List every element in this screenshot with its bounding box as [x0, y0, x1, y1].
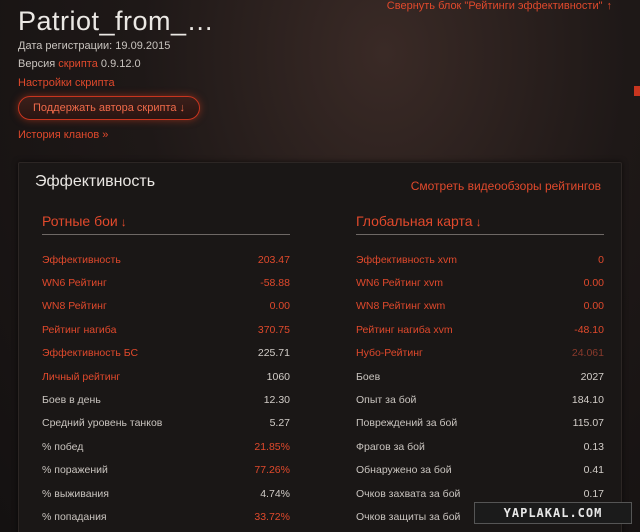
collapse-ratings-link[interactable]: Свернуть блок "Рейтинги эффективности" ↑ [387, 0, 612, 12]
script-settings-link[interactable]: Настройки скрипта [18, 77, 115, 89]
stat-value: 5.27 [269, 417, 290, 430]
stat-row: Средний уровень танков 5.27 [42, 412, 290, 435]
arrow-down-icon: ↓ [120, 215, 127, 229]
stat-label: Очков захвата за бой [356, 487, 461, 500]
stat-label[interactable]: Эффективность БС [42, 347, 138, 359]
company-battles-title: Ротные бои [42, 213, 118, 229]
stat-value: 0.41 [583, 464, 604, 477]
stat-row: Опыт за бой 184.10 [356, 388, 604, 411]
global-map-title: Глобальная карта [356, 213, 473, 229]
efficiency-panel: Эффективность Смотреть видеообзоры рейти… [18, 162, 622, 532]
support-button-label: Поддержать автора скрипта [32, 102, 177, 114]
stat-label[interactable]: Личный рейтинг [42, 371, 120, 383]
stat-value: -58.88 [260, 277, 290, 290]
stat-value: 0 [598, 253, 604, 266]
version-prefix: Версия [18, 58, 56, 70]
stat-value: 24.061 [571, 347, 604, 360]
stat-row: WN8 Рейтинг 0.00 [42, 295, 290, 318]
stat-row: % побед 21.85% [42, 435, 290, 458]
registration-date: Дата регистрации: 19.09.2015 [18, 40, 171, 52]
stat-row: % попадания 33.72% [42, 505, 290, 528]
stat-row: % выживания 4.74% [42, 482, 290, 505]
version-number: 0.9.12.0 [100, 58, 141, 70]
global-map-header[interactable]: Глобальная карта ↓ [356, 209, 604, 235]
stat-label: % поражений [42, 464, 108, 477]
stat-value: 1060 [266, 370, 290, 383]
stat-label[interactable]: WN6 Рейтинг [42, 277, 107, 289]
stat-label[interactable]: WN8 Рейтинг xwm [356, 300, 445, 312]
stat-label[interactable]: WN8 Рейтинг [42, 300, 107, 312]
stat-label[interactable]: Эффективность xvm [356, 254, 457, 266]
stat-label: Средний уровень танков [42, 417, 163, 430]
video-reviews-link[interactable]: Смотреть видеообзоры рейтингов [411, 179, 601, 193]
stat-label[interactable]: Рейтинг нагиба xvm [356, 324, 453, 336]
stat-value: 115.07 [572, 417, 604, 430]
stat-value: 184.10 [571, 394, 604, 407]
stat-value: 0.00 [269, 300, 290, 313]
stat-label: Повреждений за бой [356, 417, 458, 430]
stat-row: Фрагов за бой 0.13 [356, 435, 604, 458]
stat-label: % попадания [42, 510, 107, 523]
company-battles-stats: Эффективность 203.47 WN6 Рейтинг -58.88 WN8 … [42, 248, 290, 529]
profile-header: Patriot_from_… Свернуть блок "Рейтинги э… [0, 0, 640, 160]
stat-label: Боев в день [42, 394, 101, 407]
stat-row: Нубо-Рейтинг 24.061 [356, 342, 604, 365]
stat-value: 0.00 [583, 277, 604, 290]
stat-value: 370.75 [257, 323, 290, 336]
stat-row: Рейтинг нагиба 370.75 [42, 318, 290, 341]
stat-row: Рейтинг нагиба xvm -48.10 [356, 318, 604, 341]
stat-row: Эффективность xvm 0 [356, 248, 604, 271]
stat-row: WN8 Рейтинг xwm 0.00 [356, 295, 604, 318]
stat-label: % побед [42, 440, 84, 453]
stat-row: Боев в день 12.30 [42, 388, 290, 411]
arrow-down-icon: ↓ [475, 215, 482, 229]
stat-value: 77.26% [254, 464, 290, 477]
stat-value: 33.72% [254, 510, 290, 523]
site-watermark: YAPLAKAL.COM [474, 502, 632, 524]
stat-label: % выживания [42, 487, 109, 500]
stat-row: Эффективность 203.47 [42, 248, 290, 271]
stat-value: -48.10 [574, 323, 604, 336]
stat-value: 4.74% [260, 487, 290, 500]
collapse-link-label: Свернуть блок "Рейтинги эффективности" [386, 0, 603, 12]
global-map-column: Глобальная карта ↓ Эффективность xvm 0 WN6 … [356, 209, 604, 529]
stat-label: Опыт за бой [356, 394, 417, 407]
stat-row: Боев 2027 [356, 365, 604, 388]
stat-value: 12.30 [263, 394, 290, 407]
stat-row: % поражений 77.26% [42, 459, 290, 482]
stat-row: WN6 Рейтинг -58.88 [42, 271, 290, 294]
stat-value: 0.17 [583, 487, 604, 500]
stat-label[interactable]: WN6 Рейтинг xvm [356, 277, 443, 289]
stat-value: 2027 [580, 370, 604, 383]
stat-label[interactable]: Эффективность [42, 254, 121, 266]
company-battles-header[interactable]: Ротные бои ↓ [42, 209, 290, 235]
arrow-down-icon: ↓ [179, 102, 186, 114]
arrow-up-icon: ↑ [606, 0, 613, 12]
stat-row: Личный рейтинг 1060 [42, 365, 290, 388]
stat-value: 0.00 [583, 300, 604, 313]
global-map-stats: Эффективность xvm 0 WN6 Рейтинг xvm 0.00 WN8… [356, 248, 604, 529]
stat-value: 203.47 [257, 253, 290, 266]
script-version: Версия скрипта 0.9.12.0 [18, 58, 141, 70]
script-link[interactable]: скрипта [58, 58, 98, 70]
stat-row: Обнаружено за бой 0.41 [356, 459, 604, 482]
stat-value: 0.13 [583, 440, 604, 453]
stat-label: Боев [356, 370, 381, 383]
company-battles-column: Ротные бои ↓ Эффективность 203.47 WN6 Рейти… [42, 209, 290, 529]
stat-value: 225.71 [257, 347, 290, 360]
panel-title: Эффективность [35, 173, 156, 190]
stat-label: Фрагов за бой [356, 440, 425, 453]
stat-label[interactable]: Нубо-Рейтинг [356, 347, 423, 359]
stat-value: 21.85% [254, 440, 290, 453]
stat-label: Очков защиты за бой [356, 510, 461, 523]
clan-history-link[interactable]: История кланов » [18, 129, 108, 141]
support-author-button[interactable]: Поддержать автора скрипта ↓ [18, 96, 200, 120]
stat-row: WN6 Рейтинг xvm 0.00 [356, 271, 604, 294]
stat-label[interactable]: Рейтинг нагиба [42, 324, 116, 336]
stat-row: Эффективность БС 225.71 [42, 342, 290, 365]
side-marker [634, 86, 640, 96]
stat-row: Повреждений за бой 115.07 [356, 412, 604, 435]
stat-label: Обнаружено за бой [356, 464, 452, 477]
player-name: Patriot_from_… [18, 6, 215, 36]
